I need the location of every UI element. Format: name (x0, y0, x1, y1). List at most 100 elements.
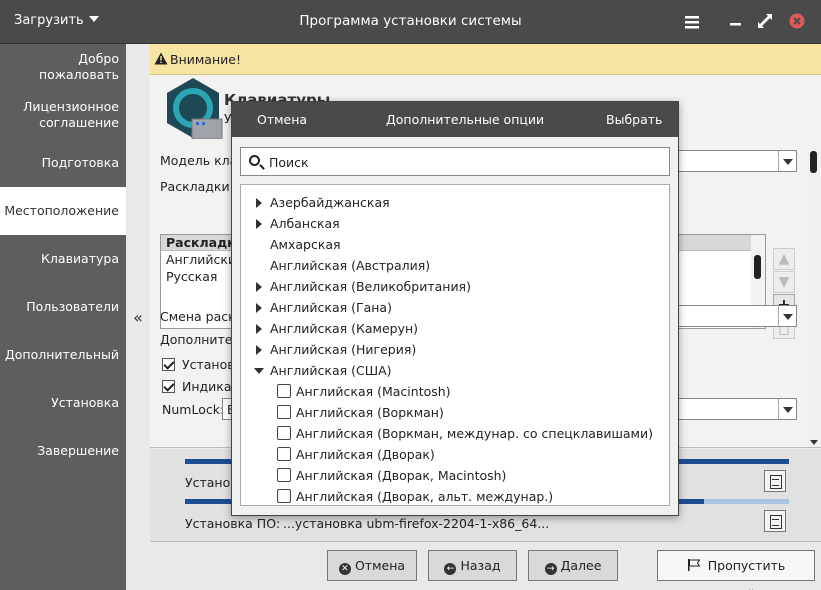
tree-item-label: Английская (Гана) (270, 300, 392, 315)
popup-select-button[interactable]: Выбрать (606, 112, 662, 127)
load-menu-button[interactable]: Загрузить (14, 13, 99, 28)
cancel-icon: ✕ (338, 563, 351, 575)
install-checkbox-label: Установ (181, 357, 235, 372)
sidebar-item-label: Дополнительный (4, 347, 119, 362)
tree-item-label: Английская (Воркман, междунар. со спецкл… (296, 426, 653, 441)
chevron-right-icon[interactable] (256, 345, 262, 355)
progress-label-2: Установка ПО: (185, 516, 281, 531)
indicator-checkbox-row[interactable]: Индикац (162, 379, 240, 394)
tree-item-checkbox[interactable] (277, 426, 291, 440)
back-button[interactable]: ← Назад (428, 550, 517, 581)
tree-item-label: Английская (Камерун) (270, 321, 419, 336)
arrow-left-icon: ← (444, 563, 457, 575)
sidebar-item-finish[interactable]: Завершение (0, 443, 119, 459)
layouts-label: Раскладки: (160, 179, 234, 194)
chevron-right-icon[interactable] (256, 198, 262, 208)
tree-item-checkbox[interactable] (277, 405, 291, 419)
flag-icon (687, 558, 708, 573)
sidebar-item-label: Установка (51, 395, 119, 410)
log-button-1[interactable] (764, 470, 786, 492)
warning-icon (154, 52, 168, 68)
sidebar-item-label: Местоположение (4, 203, 119, 218)
tree-item-label: Английская (США) (270, 363, 392, 378)
tree-item-checkbox[interactable] (277, 468, 291, 482)
next-button-label: Далее (560, 558, 602, 573)
keyboard-model-label: Модель кла (160, 153, 238, 168)
back-button-label: Назад (460, 558, 501, 573)
sidebar-item-label: Подготовка (41, 155, 119, 170)
close-icon[interactable] (788, 12, 808, 32)
scroll-thumb[interactable] (810, 151, 817, 173)
caret-down-icon (88, 16, 99, 22)
search-input[interactable] (269, 152, 659, 172)
warning-banner: Внимание! (150, 44, 821, 75)
panel-scrollbar[interactable] (807, 151, 821, 447)
scroll-down-arrow[interactable] (810, 440, 818, 445)
tree-item-label: Албанская (270, 216, 340, 231)
cancel-button-label: Отмена (354, 558, 406, 573)
keyboard-logo-icon (162, 77, 224, 142)
chevron-down-icon (778, 151, 796, 171)
layout-search-box[interactable] (240, 147, 670, 176)
additional-options-label: Дополнител (160, 332, 241, 347)
sidebar-item-label: Клавиатура (41, 251, 119, 266)
chevron-down-icon (778, 399, 796, 419)
tree-item-label: Английская (Австралия) (270, 258, 431, 273)
sidebar-item-license[interactable]: Лицензионное соглашение (0, 99, 119, 131)
chevron-right-icon[interactable] (256, 303, 262, 313)
sidebar-item-keyboard[interactable]: Клавиатура (0, 251, 119, 267)
sidebar-item-users[interactable]: Пользователи (0, 299, 119, 315)
numlock-label: NumLock: (162, 402, 225, 417)
chevron-down-icon[interactable] (254, 368, 264, 374)
skip-setup-label: Пропустить настройку (702, 558, 786, 590)
move-up-button[interactable]: ▲ (773, 248, 795, 270)
sidebar-item-preparation[interactable]: Подготовка (0, 155, 119, 171)
popup-cancel-button[interactable]: Отмена (257, 112, 307, 127)
chevron-right-icon[interactable] (256, 219, 262, 229)
sidebar-item-install[interactable]: Установка (0, 395, 119, 411)
maximize-icon[interactable] (756, 12, 776, 32)
log-button-2[interactable] (764, 510, 786, 532)
install-checkbox[interactable] (162, 358, 175, 371)
title-bar: Загрузить Программа установки системы (0, 0, 821, 44)
search-icon (249, 155, 260, 166)
tree-item-label: Английская (Macintosh) (296, 384, 451, 399)
minimize-icon[interactable] (726, 12, 746, 32)
chevron-down-icon (778, 306, 796, 326)
tree-item-label: Азербайджанская (270, 195, 390, 210)
cancel-button[interactable]: ✕ Отмена (327, 550, 417, 581)
move-down-button[interactable]: ▼ (773, 271, 795, 293)
sidebar-item-label: Пользователи (26, 299, 119, 314)
progress-label-1: Установ (185, 475, 238, 490)
layout-tree[interactable]: Азербайджанская Албанская Амхарская Английс… (240, 184, 670, 506)
scroll-thumb[interactable] (754, 255, 761, 279)
sidebar-item-location[interactable]: Местоположение (0, 187, 126, 235)
indicator-checkbox[interactable] (162, 380, 175, 393)
tree-item-checkbox[interactable] (277, 447, 291, 461)
tree-item-label: Английская (Дворак) (296, 447, 435, 462)
popup-options-button[interactable]: Дополнительные опции (386, 112, 544, 127)
arrow-right-icon: → (544, 563, 557, 575)
sidebar-item-welcome[interactable]: Добро пожаловать (0, 51, 119, 83)
chevron-right-icon[interactable] (256, 282, 262, 292)
sidebar-item-label: Лицензионное соглашение (23, 99, 119, 130)
hamburger-menu-icon[interactable] (682, 12, 702, 32)
layout-picker-popup: Отмена Дополнительные опции Выбрать Азер… (231, 101, 679, 516)
install-checkbox-row[interactable]: Установ (162, 357, 235, 372)
sidebar: Добро пожаловать Лицензионное соглашение… (0, 44, 126, 590)
sidebar-item-label: Добро пожаловать (38, 51, 119, 82)
load-menu-label: Загрузить (14, 13, 84, 28)
tree-item-label: Амхарская (270, 237, 341, 252)
footer-buttons: ✕Отмена ←Назад →Далее Пропустить настрой… (150, 541, 821, 590)
skip-setup-button[interactable]: Пропустить настройку (657, 550, 815, 590)
tree-item-checkbox[interactable] (277, 489, 291, 503)
chevron-right-icon[interactable] (256, 324, 262, 334)
sidebar-item-additional[interactable]: Дополнительный (0, 347, 119, 363)
collapse-sidebar-button[interactable]: « (126, 300, 150, 336)
tree-item-label: Английская (Нигерия) (270, 342, 417, 357)
layout-switch-label: Смена раск (160, 309, 236, 324)
next-button[interactable]: → Далее (528, 550, 618, 581)
tree-item-label: Английская (Великобритания) (270, 279, 471, 294)
tree-item-label: Английская (Дворак, Macintosh) (296, 468, 507, 483)
tree-item-checkbox[interactable] (277, 384, 291, 398)
